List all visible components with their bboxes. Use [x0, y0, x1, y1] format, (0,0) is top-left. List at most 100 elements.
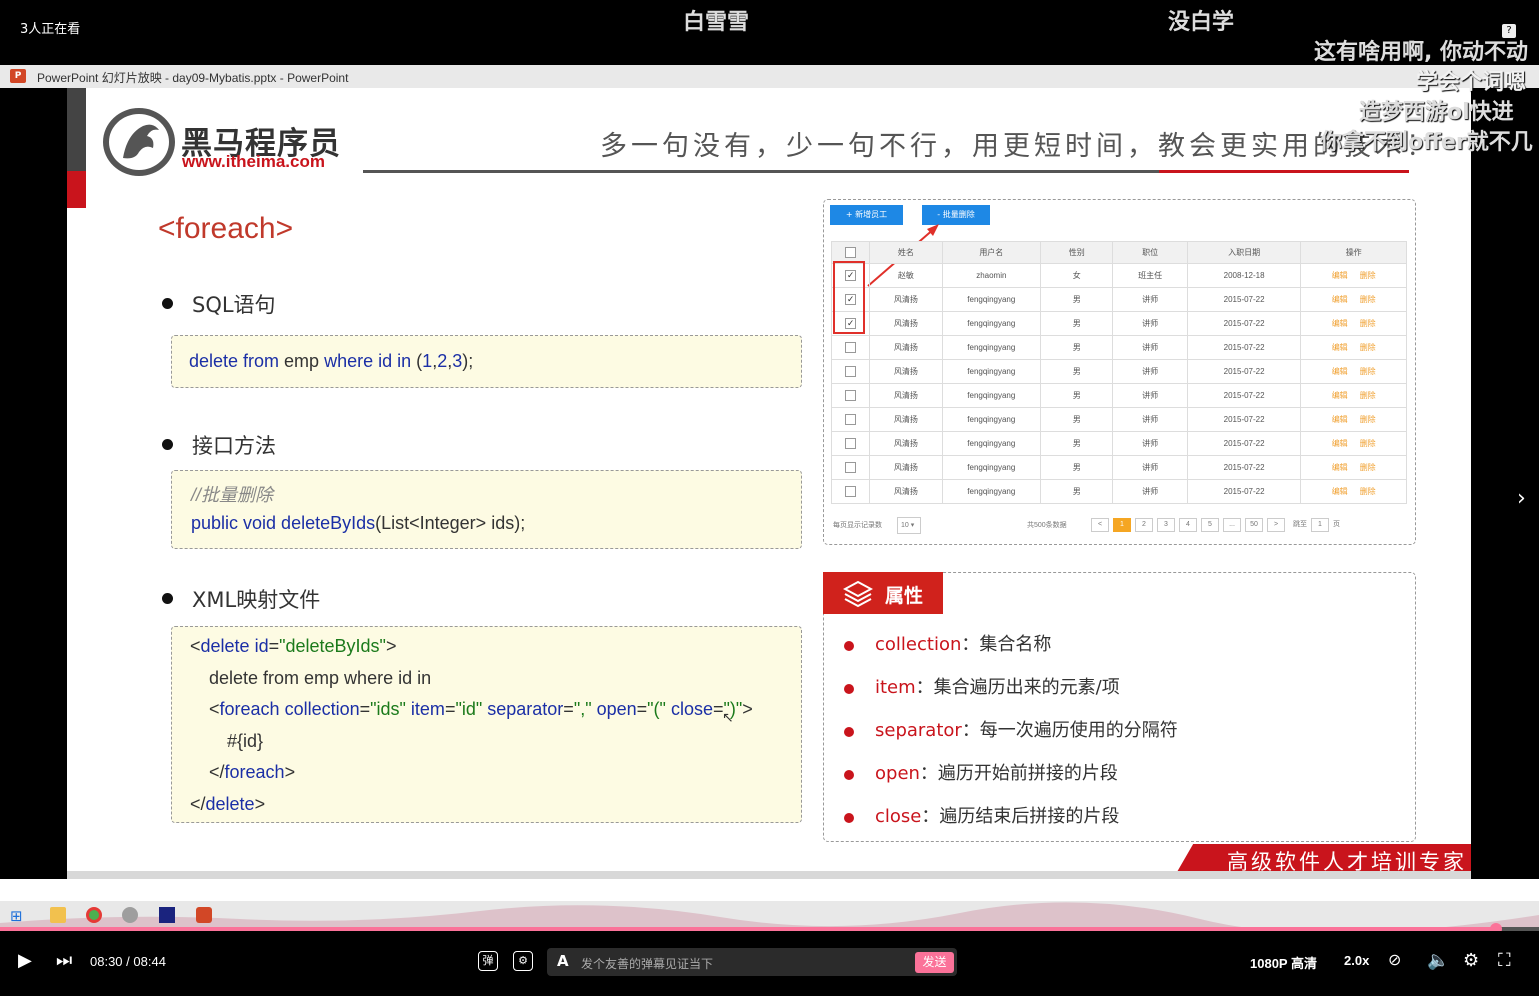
code-token: =	[636, 699, 648, 719]
attribute-key: item	[875, 677, 916, 698]
xml-code-box: <delete id="deleteByIds"> delete from em…	[171, 626, 802, 823]
row-checkbox	[845, 366, 857, 377]
goto-label: 跳至	[1293, 521, 1307, 528]
danmaku-settings-icon[interactable]: ⚙	[513, 951, 533, 971]
send-danmaku-button[interactable]: 发送	[915, 952, 954, 973]
bullet-dot	[844, 727, 854, 737]
next-slide-icon[interactable]: ›	[1517, 486, 1526, 511]
delete-link: 删除	[1359, 415, 1376, 424]
delete-link: 删除	[1359, 295, 1376, 304]
volume-icon[interactable]: 🔈	[1427, 950, 1449, 971]
bullet-dot	[162, 439, 173, 450]
next-episode-icon[interactable]: ⏭	[56, 950, 72, 971]
cell-actions: 编辑 删除	[1300, 263, 1407, 288]
cell-username: fengqingyang	[941, 287, 1042, 312]
code-token: );	[462, 351, 474, 371]
code-token: </	[209, 762, 225, 782]
cell-job: 讲师	[1112, 311, 1188, 336]
checkbox	[830, 359, 871, 384]
code-token: >	[742, 699, 753, 719]
cell-actions: 编辑 删除	[1300, 287, 1407, 312]
edit-link: 编辑	[1331, 367, 1348, 376]
checkbox	[830, 455, 871, 480]
cell-gender: 男	[1040, 407, 1114, 432]
code-token: "("	[647, 699, 666, 719]
danmaku-input[interactable]: A 发个友善的弹幕见证当下	[547, 948, 957, 976]
xml-line: #{id}	[227, 731, 264, 751]
slide-title: <foreach>	[158, 212, 294, 245]
cell-gender: 男	[1040, 479, 1114, 504]
cell-job: 讲师	[1112, 407, 1188, 432]
table-row: ✓ 赵敏 zhaomin 女班主任 2008-12-18 编辑 删除	[830, 263, 1407, 288]
attribute-key: open	[875, 763, 920, 784]
delete-link: 删除	[1359, 271, 1376, 280]
delete-link: 删除	[1359, 487, 1376, 496]
prev-page-button: <	[1091, 518, 1109, 532]
table-header-cell: 用户名	[941, 241, 1042, 264]
danmaku-placeholder: 发个友善的弹幕见证当下	[581, 957, 714, 971]
table-body: ✓ 赵敏 zhaomin 女班主任 2008-12-18 编辑 删除 ✓ 风清扬 fengqing…	[830, 263, 1407, 504]
attribute-desc: ：遍历结束后拼接的片段	[921, 806, 1120, 827]
table-row: 风清扬 fengqingyang 男讲师 2015-07-22 编辑 删除	[830, 479, 1407, 504]
cell-date: 2008-12-18	[1186, 263, 1302, 288]
bullet-dot	[844, 641, 854, 651]
speed-selector[interactable]: 2.0x	[1344, 953, 1369, 968]
cell-date: 2015-07-22	[1186, 431, 1302, 456]
cell-name: 赵敏	[869, 263, 943, 288]
danmaku-style-icon[interactable]: A	[557, 952, 569, 970]
mouse-cursor-icon: ↖	[722, 710, 734, 726]
page-ellipsis: ...	[1223, 518, 1241, 532]
attribute-key: close	[875, 806, 922, 827]
cell-actions: 编辑 删除	[1300, 359, 1407, 384]
code-token: separator	[482, 699, 564, 719]
cell-actions: 编辑 删除	[1300, 479, 1407, 504]
table-header-cell: 性别	[1040, 241, 1114, 264]
danmaku-comment: 造梦西游ol快进	[1359, 100, 1514, 125]
per-page-value: 10	[901, 522, 909, 529]
goto-input: 1	[1311, 518, 1329, 532]
attribute-desc: ：集合名称	[961, 634, 1052, 655]
code-token: open	[591, 699, 637, 719]
cell-job: 班主任	[1112, 263, 1188, 288]
danmaku-toggle-icon[interactable]: 弹	[478, 951, 498, 971]
settings-gear-icon[interactable]: ⚙	[1463, 950, 1479, 971]
danmaku-comment: 学会个词嗯	[1416, 70, 1527, 95]
row-checkbox	[845, 342, 857, 353]
attribute-key: collection	[875, 634, 962, 655]
code-token: delete	[200, 636, 250, 656]
row-checkbox	[845, 414, 857, 425]
cell-name: 风清扬	[869, 407, 943, 432]
subtitle-off-icon[interactable]: ⊘	[1388, 950, 1401, 969]
cell-actions: 编辑 删除	[1300, 407, 1407, 432]
cell-name: 风清扬	[869, 287, 943, 312]
code-token: (List<Integer> ids);	[375, 513, 526, 533]
quality-selector[interactable]: 1080P 高清	[1250, 953, 1317, 972]
danmaku-comment: 这有啥用啊, 你动不动	[1314, 40, 1529, 65]
cell-gender: 男	[1040, 335, 1114, 360]
delete-link: 删除	[1359, 439, 1376, 448]
cell-username: fengqingyang	[941, 311, 1042, 336]
edit-link: 编辑	[1331, 415, 1348, 424]
delete-link: 删除	[1359, 463, 1376, 472]
table-row: ✓ 风清扬 fengqingyang 男讲师 2015-07-22 编辑 删除	[830, 311, 1407, 336]
play-icon[interactable]: ▶	[18, 950, 32, 971]
cell-gender: 男	[1040, 431, 1114, 456]
section-xml-label: XML映射文件	[192, 588, 321, 612]
code-token: id	[249, 636, 269, 656]
cell-gender: 女	[1040, 263, 1114, 288]
page-button: 1	[1113, 518, 1131, 532]
fullscreen-icon[interactable]: ⛶	[1498, 950, 1511, 971]
table-header-cell: 职位	[1112, 241, 1188, 264]
cell-date: 2015-07-22	[1186, 479, 1302, 504]
sql-code-box: delete from emp where id in (1,2,3);	[171, 335, 802, 388]
delete-link: 删除	[1359, 391, 1376, 400]
attributes-header: 属性	[823, 572, 943, 614]
attributes-title: 属性	[885, 585, 924, 607]
sql-code-line: delete from emp where id in (1,2,3);	[189, 351, 473, 372]
attribute-item: open：遍历开始前拼接的片段	[875, 759, 1118, 785]
checkbox	[830, 407, 871, 432]
brand-logo-icon	[103, 108, 175, 176]
cell-username: fengqingyang	[941, 359, 1042, 384]
cell-name: 风清扬	[869, 431, 943, 456]
cell-actions: 编辑 删除	[1300, 335, 1407, 360]
